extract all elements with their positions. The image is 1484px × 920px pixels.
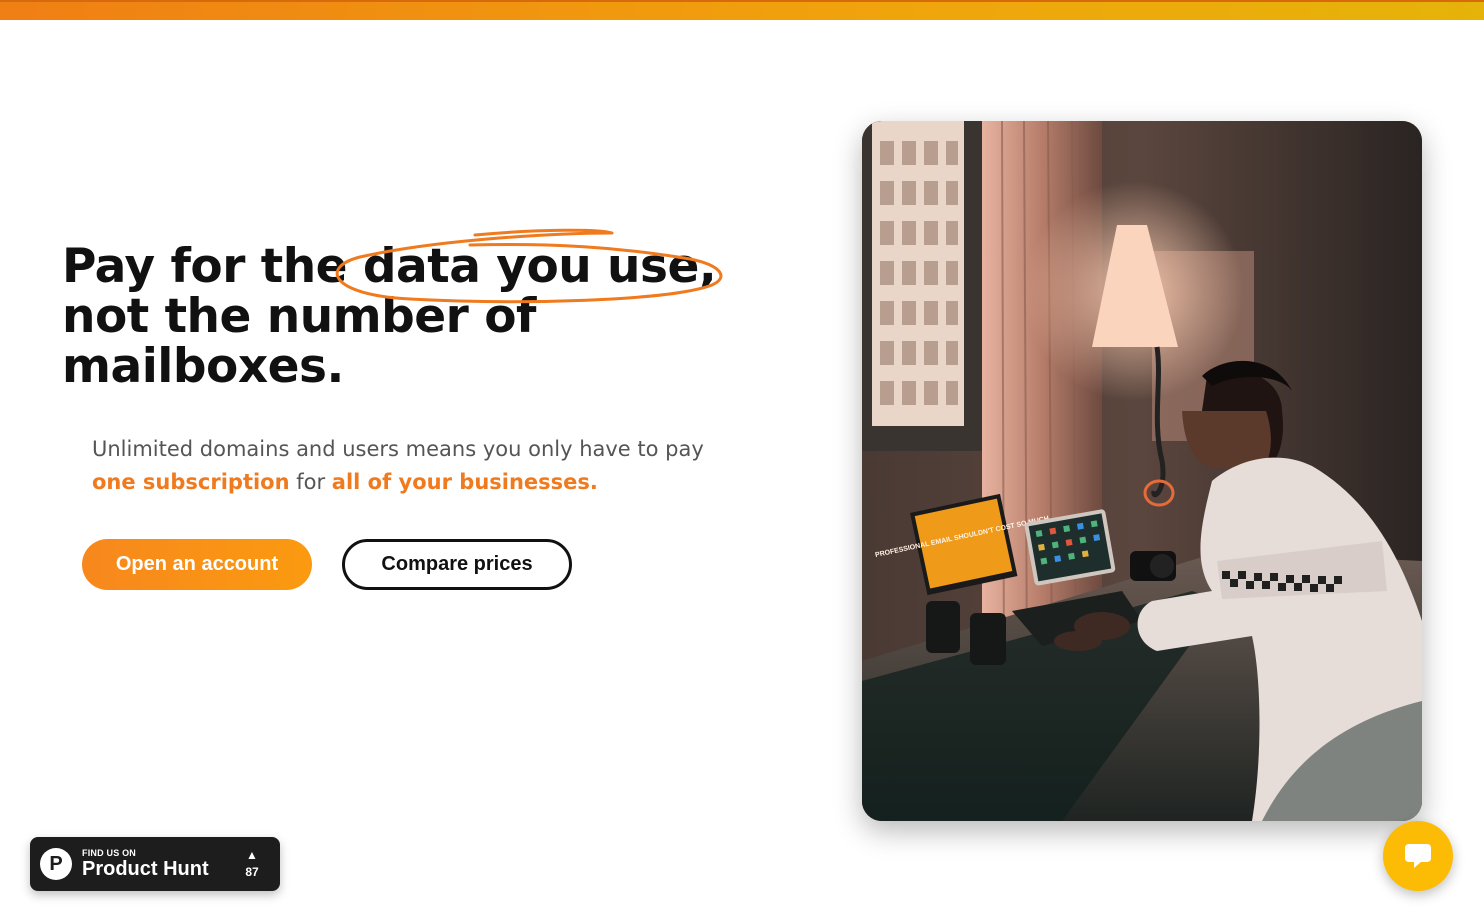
product-hunt-logo-icon: P [40, 848, 72, 880]
subtitle-highlight-businesses: all of your businesses. [331, 470, 598, 494]
compare-prices-button[interactable]: Compare prices [342, 539, 572, 590]
top-accent-bar [0, 0, 1484, 20]
product-hunt-badge[interactable]: P FIND US ON Product Hunt ▲ 87 [30, 837, 280, 891]
upvote-arrow-icon: ▲ [246, 848, 258, 862]
hero-title: Pay for the data you use, not the number… [62, 242, 782, 392]
hero-title-highlight: data you use, [362, 239, 717, 294]
hero-title-line3: mailboxes. [62, 339, 344, 394]
hero-subtitle: Unlimited domains and users means you on… [92, 433, 732, 499]
hero-title-line1-pre: Pay for the [62, 239, 363, 294]
product-hunt-name: Product Hunt [82, 858, 209, 880]
open-account-button[interactable]: Open an account [82, 539, 312, 590]
hero-title-line2: not the number of [62, 289, 536, 344]
hero-photo: PROFESSIONAL EMAIL SHOULDN'T COST SO MUC… [862, 121, 1422, 821]
upvote-count: 87 [245, 865, 259, 879]
chat-launcher-button[interactable] [1383, 821, 1453, 891]
subtitle-text-1: Unlimited domains and users means you on… [92, 437, 704, 461]
product-hunt-kicker: FIND US ON [82, 848, 137, 858]
chat-bubble-icon [1405, 844, 1431, 868]
subtitle-text-2: for [289, 470, 332, 494]
subtitle-highlight-subscription: one subscription [92, 470, 290, 494]
